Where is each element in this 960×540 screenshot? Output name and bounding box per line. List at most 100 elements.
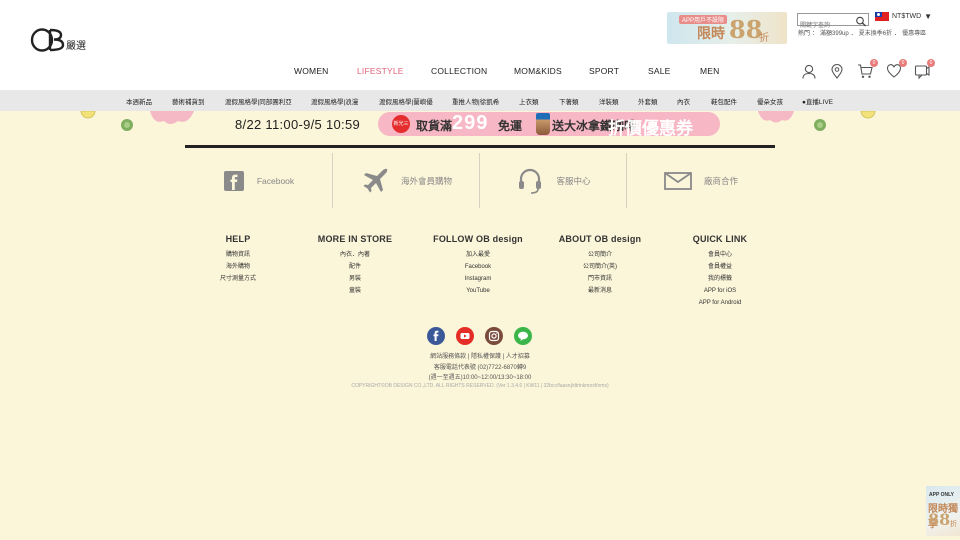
footer-link[interactable]: Facebook [408,261,548,273]
currency-selector[interactable]: NT$TWD ▼ [875,12,932,21]
location-pin-icon[interactable] [829,63,845,79]
user-icon[interactable] [801,63,817,79]
footer-link[interactable]: 男裝 [285,273,425,285]
hot-links-label: 熱門 [798,31,811,37]
footer-link[interactable]: 加入最愛 [408,249,548,261]
footer-link[interactable]: 門市資訊 [530,273,670,285]
facebook-icon[interactable] [427,327,445,345]
footer-link[interactable]: 會員中心 [650,249,790,261]
footer-col-quick-link: QUICK LINK 會員中心 會員權益 我的標籤 APP for iOS AP… [650,234,790,309]
nav-item-mom-kids[interactable]: MOM&KIDS [514,66,562,76]
green-flower-icon [121,119,133,131]
subnav-item[interactable]: 下著類 [559,96,579,106]
nav-item-men[interactable]: MEN [700,66,720,76]
footer-link[interactable]: APP for Android [650,297,790,309]
footer-link[interactable]: 會員權益 [650,261,790,273]
footer-link[interactable]: 公司簡介(英) [530,261,670,273]
subnav-item[interactable]: 優朵女孩 [757,96,783,106]
ob-logo-icon: 嚴選 [30,28,86,52]
hot-links-colon: ： [812,31,819,37]
facebook-square-icon [223,170,244,191]
app-banner-title: 限時 [697,26,725,42]
hot-link-sep: ． [894,31,901,37]
svg-text:嚴選: 嚴選 [66,39,86,52]
message-icon[interactable]: 0 [914,59,935,79]
hot-link[interactable]: 優惠專區 [902,31,926,37]
footer-link[interactable]: 最新消息 [530,285,670,297]
line-icon[interactable] [514,327,532,345]
nav-item-sport[interactable]: SPORT [589,66,619,76]
hot-link-sep: ． [850,31,857,37]
lemon-slice-icon [860,111,876,119]
footer-phone: 客服電話代表號 (02)7722-6870轉9 [433,365,527,371]
footer-link[interactable]: YouTube [408,285,548,297]
service-label: 客服中心 [556,175,591,186]
subnav-item[interactable]: 外套類 [638,96,658,106]
footer-link[interactable]: 公司簡介 [530,249,670,261]
footer-link[interactable]: APP for iOS [650,285,790,297]
promo-amount: 299 [452,112,489,134]
footer-col-title: FOLLOW OB design [433,234,523,244]
currency-label: NT$TWD [892,13,922,20]
float-app-label: APP ONLY [929,492,955,498]
promo-coupon-ticket[interactable]: 新光三越 取貨滿 299 免運 送大冰拿鐵咖啡 折價優惠券 [378,112,720,137]
subnav-item[interactable]: 洋裝類 [599,96,619,106]
footer-link[interactable]: Instagram [408,273,548,285]
promo-text-3: 免運 [498,119,523,133]
footer-col-about: ABOUT OB design 公司簡介 公司簡介(英) 門市資訊 最新消息 [530,234,670,297]
subnav-item[interactable]: 本週新品 [126,96,152,106]
footer-link[interactable]: 配件 [285,261,425,273]
subnav-item[interactable]: 鞋包配件 [711,96,737,106]
cart-icon[interactable]: 0 [857,59,878,79]
dropdown-arrow-icon: ▼ [924,12,933,21]
footer-col-more-in-store: MORE IN STORE 內衣．內著 配件 男裝 童裝 [285,234,425,297]
footer-link[interactable]: 我的標籤 [650,273,790,285]
site-header: 嚴選 APP用戶不設限 限時 88 折 熱門：滿額399up．夏末換季6折．優惠… [0,0,960,90]
service-business[interactable]: 廠商合作 [627,153,775,208]
search-icon[interactable] [855,14,867,27]
heart-icon[interactable]: 0 [886,59,907,79]
hot-search-links: 熱門：滿額399up ．夏末換季6折．優惠專區 [798,28,928,37]
nav-item-sale[interactable]: SALE [648,66,671,76]
youtube-icon[interactable] [456,327,474,345]
subnav-item-live[interactable]: ●直播LIVE [802,96,833,106]
search-box [797,13,869,32]
app-banner-number: 88 [729,15,763,44]
nav-item-collection[interactable]: COLLECTION [431,66,487,76]
category-subnav: 本週新品 藝術補貨到 渡假風格學|同部團利亞 渡假風格學|浪漫 渡假風格學|蘭嶼… [0,90,960,111]
site-logo[interactable]: 嚴選 [30,27,92,53]
store-logo-icon: 新光三越 [392,115,410,133]
footer-col-title: QUICK LINK [692,234,748,244]
footer-hours: (週一至週五)10:00~12:00/13:30~18:00 [428,375,532,381]
subnav-item[interactable]: 藝術補貨到 [172,96,205,106]
service-customer-center[interactable]: 客服中心 [480,153,627,208]
headset-icon [519,168,542,194]
footer-policy-links[interactable]: 網站服務條款 | 隱私權保護 | 人才招募 [0,351,960,360]
subnav-item[interactable]: 渡假風格學|浪漫 [311,96,358,106]
promo-banner[interactable]: 8/22 11:00-9/5 10:59 新光三越 取貨滿 299 免運 送大冰… [0,111,960,137]
app-promo-banner[interactable]: APP用戶不設限 限時 88 折 [667,12,787,44]
footer-link[interactable]: 童裝 [285,285,425,297]
service-label: 海外會員購物 [400,175,452,186]
nav-item-women[interactable]: WOMEN [294,66,329,76]
hot-link[interactable]: 滿額399up [820,31,849,37]
hot-link[interactable]: 夏末換季6折 [859,31,892,37]
floating-app-promo[interactable]: APP ONLY 限時獨享 88 折 [926,486,960,536]
subnav-item[interactable]: 上衣類 [519,96,539,106]
footer-link[interactable]: 內衣．內著 [285,249,425,261]
service-facebook[interactable]: Facebook [185,153,332,208]
instagram-icon[interactable] [485,327,503,345]
subnav-item[interactable]: 重推人物|徐凱希 [452,96,499,106]
cart-count-badge: 0 [870,59,878,67]
app-banner-suffix: 折 [759,33,769,44]
wishlist-count-badge: 0 [899,59,907,67]
airplane-icon [363,168,388,192]
footer-divider [185,145,775,148]
subnav-item[interactable]: 渡假風格學|蘭嶼優 [379,96,433,106]
promo-text-5: 折價優惠券 [608,119,693,137]
nav-item-lifestyle[interactable]: LIFESTYLE [357,66,404,76]
subnav-item[interactable]: 內衣 [677,96,690,106]
footer-col-title: ABOUT OB design [558,234,642,244]
subnav-item[interactable]: 渡假風格學|同部團利亞 [225,96,292,106]
service-overseas[interactable]: 海外會員購物 [333,153,480,208]
